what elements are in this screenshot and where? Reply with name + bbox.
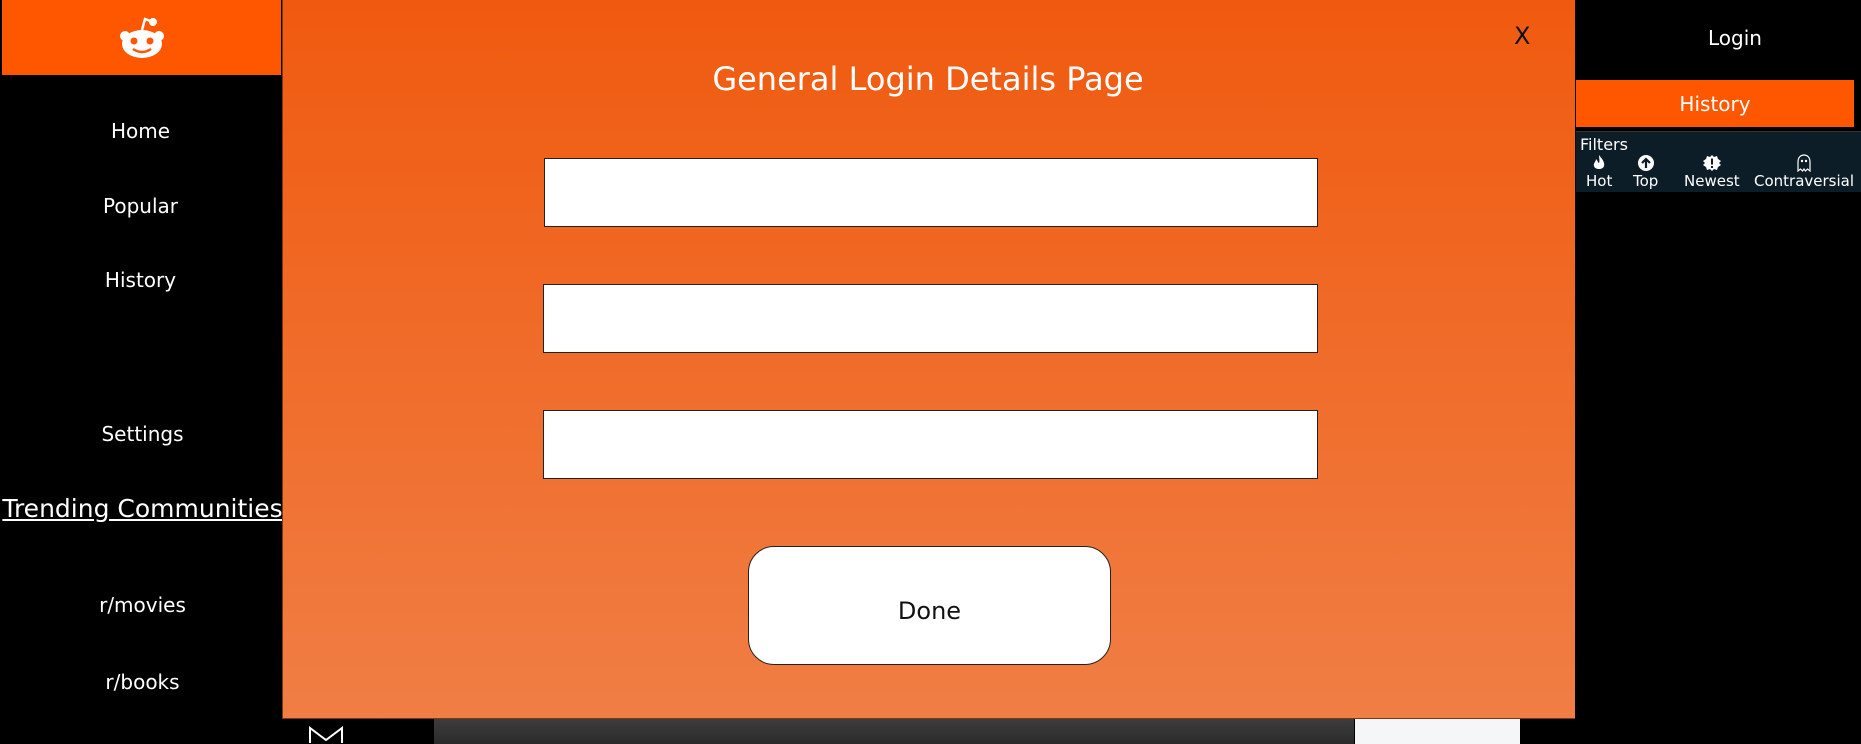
logo-bar[interactable] [2,0,281,75]
ghost-icon [1797,154,1811,172]
login-field-1[interactable] [544,158,1318,227]
arrow-up-circle-icon [1637,155,1654,171]
sidebar-item-settings[interactable]: Settings [0,422,285,446]
modal-close-button[interactable]: X [1514,22,1530,50]
filter-newest[interactable]: Newest [1684,154,1740,190]
mail-icon[interactable] [309,726,343,744]
filter-contraversial[interactable]: Contraversial [1754,154,1854,190]
filter-hot[interactable]: Hot [1586,154,1612,190]
filter-top[interactable]: Top [1633,154,1658,190]
sidebar-item-home[interactable]: Home [0,119,281,143]
community-link-books[interactable]: r/books [0,670,285,694]
login-link[interactable]: Login [1635,26,1835,50]
trending-communities-heading[interactable]: Trending Communities [0,494,285,523]
modal-title: General Login Details Page [712,60,1144,98]
sidebar: Home Popular History Settings Trending C… [0,0,283,744]
sidebar-item-popular[interactable]: Popular [0,194,281,218]
login-field-3[interactable] [543,410,1318,479]
filters-panel: Filters Hot Top Newest Contraversial [1576,131,1861,192]
history-button[interactable]: History [1576,80,1854,127]
alert-badge-icon [1702,155,1721,171]
flame-icon [1593,155,1605,169]
filters-title: Filters [1580,135,1628,154]
history-button-label: History [1679,91,1751,116]
reddit-alien-icon [119,16,164,58]
filter-newest-label: Newest [1684,172,1740,190]
done-button[interactable]: Done [748,546,1111,665]
done-button-label: Done [897,596,962,625]
filter-hot-label: Hot [1586,172,1613,190]
login-field-2[interactable] [543,284,1318,353]
sidebar-item-history[interactable]: History [0,268,281,292]
filter-top-label: Top [1633,172,1659,190]
community-link-movies[interactable]: r/movies [0,593,285,617]
filter-contraversial-label: Contraversial [1754,172,1855,190]
